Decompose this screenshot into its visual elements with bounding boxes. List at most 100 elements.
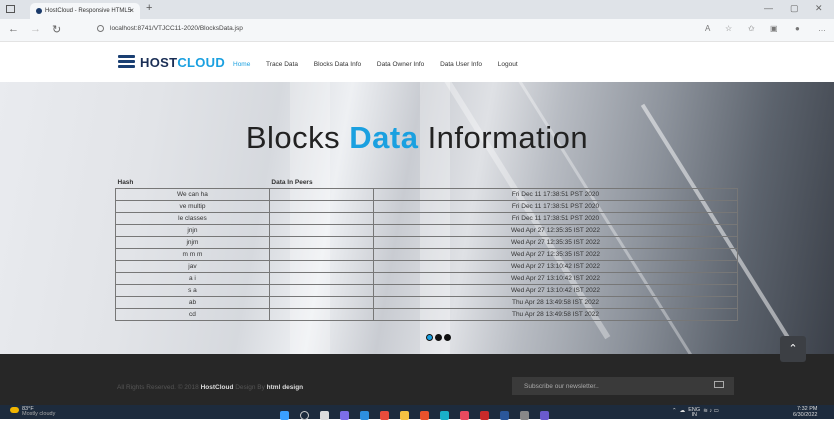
cell-data-in-peers (268, 236, 374, 249)
slider-dots (426, 328, 453, 346)
cell-date: Wed Apr 27 12:35:35 IST 2022 (372, 224, 739, 237)
cell-date: Thu Apr 28 13:49:58 IST 2022 (372, 296, 739, 309)
column-date (373, 177, 738, 189)
favorites-list-icon[interactable]: ✩ (748, 24, 755, 33)
page-title: Blocks Data Information (245, 120, 589, 155)
taskbar: 83°F Mostly cloudy ⌃ ☁ ENG IN ≋ ♪ ▭ 7:32 P… (0, 405, 834, 420)
tab-actions-icon[interactable] (6, 5, 15, 13)
nav-blocks-data-info[interactable]: Blocks Data Info (314, 61, 361, 68)
tab-close-button[interactable]: × (129, 6, 134, 15)
new-tab-button[interactable]: + (146, 2, 152, 14)
site-info-icon[interactable] (97, 25, 104, 32)
cloud-icon[interactable]: ☁ (680, 408, 686, 414)
table-header-row: Hash Data In Peers (115, 177, 738, 189)
cell-date: Wed Apr 27 12:35:35 IST 2022 (372, 248, 739, 261)
blocks-data-table: Hash Data In Peers We can ha Fri Dec 11 1… (115, 177, 739, 321)
cell-data-in-peers (268, 272, 374, 285)
cell-data-in-peers (268, 284, 374, 297)
volume-icon[interactable]: ♪ (709, 408, 712, 414)
cell-hash: We can ha (115, 188, 270, 201)
address-bar: ← → ↻ localhost:8741/VTJCC11-2020/Blocks… (0, 19, 834, 42)
table-row: ve multip Fri Dec 11 17:38:51 PST 2020 (115, 200, 739, 213)
language-indicator[interactable]: ENG IN (688, 407, 700, 418)
table-row: a i Wed Apr 27 13:10:42 IST 2022 (115, 272, 739, 285)
read-aloud-icon[interactable]: A (705, 24, 710, 33)
cell-hash: m m m (115, 248, 270, 261)
cell-hash: ve multip (115, 200, 270, 213)
favicon-icon (36, 8, 42, 14)
nav-trace-data[interactable]: Trace Data (266, 61, 298, 68)
minimize-button[interactable]: — (764, 3, 773, 13)
column-hash: Hash (115, 177, 270, 189)
table-row: We can ha Fri Dec 11 17:38:51 PST 2020 (115, 188, 739, 201)
back-icon[interactable]: ← (8, 23, 19, 35)
weather-icon (10, 407, 19, 413)
weather-widget[interactable]: 83°F Mostly cloudy (10, 406, 55, 417)
cell-hash: le classes (115, 212, 270, 225)
newsletter-input[interactable]: Subscribe our newsletter.. (512, 377, 734, 395)
slider-dot[interactable] (426, 334, 433, 341)
refresh-icon[interactable]: ↻ (52, 23, 61, 36)
main-nav: Home Trace Data Blocks Data Info Data Ow… (233, 61, 532, 68)
cell-hash: jnjn (115, 224, 270, 237)
mail-icon[interactable] (714, 381, 724, 388)
table-row: m m m Wed Apr 27 12:35:35 IST 2022 (115, 248, 739, 261)
nav-data-owner-info[interactable]: Data Owner Info (377, 61, 424, 68)
cell-data-in-peers (268, 200, 374, 213)
clock[interactable]: 7:32 PM 6/30/2022 (793, 406, 817, 418)
cell-data-in-peers (268, 188, 374, 201)
cell-date: Wed Apr 27 12:35:35 IST 2022 (372, 236, 739, 249)
cell-date: Fri Dec 11 17:38:51 PST 2020 (372, 212, 739, 225)
profile-icon[interactable]: ● (795, 24, 800, 33)
cell-hash: cd (115, 308, 270, 321)
table-row: jnjm Wed Apr 27 12:35:35 IST 2022 (115, 236, 739, 249)
more-menu-icon[interactable]: … (818, 24, 826, 33)
cell-data-in-peers (268, 308, 374, 321)
cell-hash: jnjm (115, 236, 270, 249)
logo[interactable]: HOSTCLOUD (140, 55, 225, 70)
slider-dot[interactable] (444, 334, 451, 341)
battery-icon[interactable]: ▭ (714, 408, 719, 414)
tab-title: HostCloud - Responsive HTML5 (45, 8, 132, 14)
nav-home[interactable]: Home (233, 61, 250, 68)
cell-hash: s a (115, 284, 270, 297)
system-tray: ⌃ ☁ ENG IN ≋ ♪ ▭ (672, 407, 719, 418)
scroll-to-top-button[interactable]: ⌃ (780, 336, 806, 362)
copyright: All Rights Reserved. © 2018 HostCloud De… (117, 384, 304, 391)
cell-data-in-peers (268, 296, 374, 309)
column-data-in-peers: Data In Peers (269, 177, 374, 189)
cell-date: Wed Apr 27 13:10:42 IST 2022 (372, 272, 739, 285)
cell-date: Fri Dec 11 17:38:51 PST 2020 (372, 188, 739, 201)
cell-hash: a i (115, 272, 270, 285)
chevron-up-icon[interactable]: ⌃ (672, 408, 677, 414)
window-close-button[interactable]: ✕ (815, 3, 823, 14)
table-row: jav Wed Apr 27 13:10:42 IST 2022 (115, 260, 739, 273)
table-row: s a Wed Apr 27 13:10:42 IST 2022 (115, 284, 739, 297)
table-row: le classes Fri Dec 11 17:38:51 PST 2020 (115, 212, 739, 225)
collections-icon[interactable]: ▣ (770, 24, 778, 33)
slider-dot[interactable] (435, 334, 442, 341)
nav-data-user-info[interactable]: Data User Info (440, 61, 482, 68)
url-field[interactable]: localhost:8741/VTJCC11-2020/BlocksData.j… (110, 25, 243, 32)
cell-hash: jav (115, 260, 270, 273)
maximize-button[interactable]: ▢ (790, 3, 799, 14)
browser-tab-bar: HostCloud - Responsive HTML5 × + — ▢ ✕ (0, 0, 834, 19)
taskbar-apps (280, 407, 560, 420)
cell-date: Wed Apr 27 13:10:42 IST 2022 (372, 284, 739, 297)
cell-data-in-peers (268, 248, 374, 261)
favorite-icon[interactable]: ☆ (725, 24, 732, 33)
cell-date: Wed Apr 27 13:10:42 IST 2022 (372, 260, 739, 273)
cell-data-in-peers (268, 212, 374, 225)
forward-icon[interactable]: → (30, 23, 41, 35)
cell-data-in-peers (268, 260, 374, 273)
table-row: cd Thu Apr 28 13:49:58 IST 2022 (115, 308, 739, 321)
browser-tab[interactable]: HostCloud - Responsive HTML5 × (30, 3, 140, 19)
site-footer: All Rights Reserved. © 2018 HostCloud De… (0, 354, 834, 405)
cell-data-in-peers (268, 224, 374, 237)
nav-logout[interactable]: Logout (498, 61, 518, 68)
cell-date: Thu Apr 28 13:49:58 IST 2022 (372, 308, 739, 321)
table-row: ab Thu Apr 28 13:49:58 IST 2022 (115, 296, 739, 309)
server-logo-icon (118, 55, 135, 69)
wifi-icon[interactable]: ≋ (703, 408, 708, 414)
designer-link[interactable]: html design (267, 384, 303, 391)
